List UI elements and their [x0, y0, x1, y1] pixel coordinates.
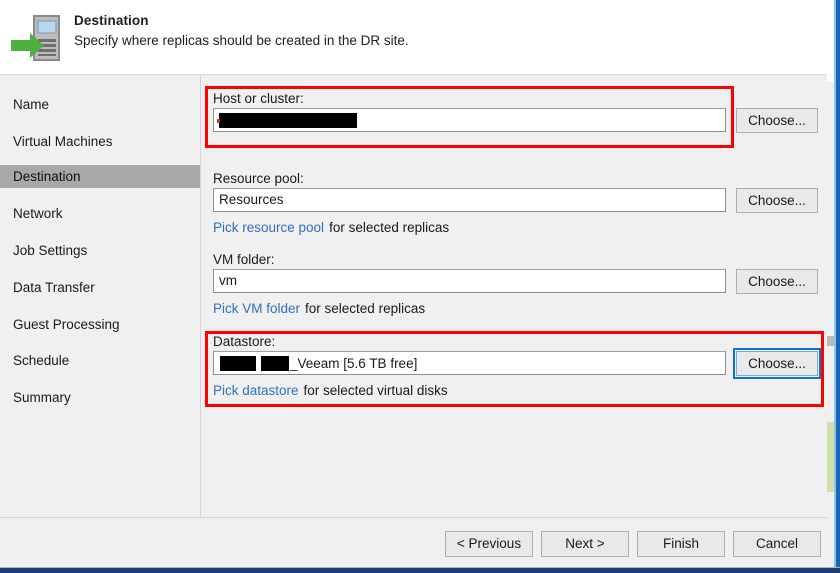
vm-folder-input[interactable]: vm: [213, 269, 726, 293]
window-border-right: [836, 0, 840, 573]
pick-resource-pool-hint-text: for selected replicas: [329, 220, 450, 235]
next-button[interactable]: Next >: [541, 531, 629, 557]
pick-vm-folder-link[interactable]: Pick VM folder: [213, 301, 300, 316]
sidebar-item-summary[interactable]: Summary: [0, 386, 200, 409]
datastore-value-suffix: _Veeam [5.6 TB free]: [290, 356, 418, 371]
sidebar-item-job-settings[interactable]: Job Settings: [0, 239, 200, 262]
vm-folder-choose-button[interactable]: Choose...: [736, 269, 818, 294]
datastore-redaction-second: [260, 355, 290, 372]
resource-pool-label: Resource pool:: [213, 171, 304, 186]
sidebar-item-data-transfer[interactable]: Data Transfer: [0, 276, 200, 299]
resource-pool-choose-button[interactable]: Choose...: [736, 188, 818, 213]
replication-job-wizard: Destination Specify where replicas shoul…: [0, 0, 840, 573]
rail-scroll-thumb[interactable]: [827, 336, 834, 346]
pick-datastore-link[interactable]: Pick datastore: [213, 383, 299, 398]
previous-button[interactable]: < Previous: [445, 531, 533, 557]
wizard-step-sidebar: Name Virtual Machines Destination Networ…: [0, 75, 200, 517]
datastore-hint: Pick datastore for selected virtual disks: [213, 383, 448, 399]
host-value-redaction: [218, 112, 358, 129]
host-or-cluster-label: Host or cluster:: [213, 91, 304, 106]
rail-segment-bottom: [827, 492, 834, 573]
page-title: Destination: [74, 13, 149, 28]
datastore-value: _Veeam [5.6 TB free]: [219, 354, 417, 374]
pick-resource-pool-link[interactable]: Pick resource pool: [213, 220, 324, 235]
sidebar-item-schedule[interactable]: Schedule: [0, 349, 200, 372]
resource-pool-input[interactable]: Resources: [213, 188, 726, 212]
destination-settings-pane: Host or cluster: Choose... Resource pool…: [201, 75, 834, 517]
vm-folder-hint: Pick VM folder for selected replicas: [213, 301, 425, 317]
host-caret-marker: [217, 119, 220, 123]
datastore-input[interactable]: _Veeam [5.6 TB free]: [213, 351, 726, 375]
vm-folder-label: VM folder:: [213, 252, 275, 267]
page-subtitle: Specify where replicas should be created…: [74, 33, 409, 48]
rail-segment-top: [827, 0, 834, 82]
pick-datastore-hint-text: for selected virtual disks: [303, 383, 448, 398]
header-text-block: Destination Specify where replicas shoul…: [74, 12, 674, 50]
finish-button[interactable]: Finish: [637, 531, 725, 557]
sidebar-item-guest-processing[interactable]: Guest Processing: [0, 313, 200, 336]
sidebar-item-network[interactable]: Network: [0, 202, 200, 225]
sidebar-item-name[interactable]: Name: [0, 93, 200, 116]
wizard-footer: < Previous Next > Finish Cancel: [0, 518, 834, 568]
window-border-bottom: [0, 568, 840, 573]
rail-segment-mid: [827, 82, 834, 422]
wizard-header: Destination Specify where replicas shoul…: [0, 0, 834, 74]
cancel-button[interactable]: Cancel: [733, 531, 821, 557]
datastore-choose-button[interactable]: Choose...: [733, 348, 821, 379]
datastore-redaction-first: [219, 355, 257, 372]
host-choose-button[interactable]: Choose...: [736, 108, 818, 133]
server-replica-arrow-icon: [10, 10, 68, 66]
sidebar-item-virtual-machines[interactable]: Virtual Machines: [0, 130, 200, 153]
sidebar-item-destination[interactable]: Destination: [0, 165, 200, 188]
resource-pool-hint: Pick resource pool for selected replicas: [213, 220, 449, 236]
host-or-cluster-input[interactable]: [213, 108, 726, 132]
datastore-label: Datastore:: [213, 334, 276, 349]
rail-segment-accent: [827, 422, 834, 492]
pick-vm-folder-hint-text: for selected replicas: [305, 301, 426, 316]
